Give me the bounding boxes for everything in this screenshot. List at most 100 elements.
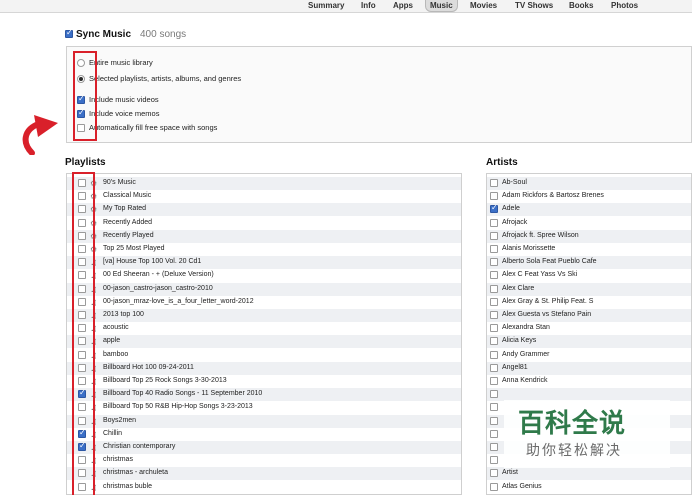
artist-checkbox[interactable] <box>490 363 498 372</box>
artist-checkbox[interactable] <box>490 324 498 333</box>
artist-checkbox[interactable] <box>490 179 498 187</box>
watermark-subtitle: 助你轻松解决 <box>526 443 622 459</box>
artist-checkbox[interactable] <box>490 231 498 240</box>
playlists-list[interactable]: ⚙ 90's Music ⚙ Classical Music ⚙ My Top Rated… <box>66 173 462 495</box>
playlists-title: Playlists <box>65 157 106 168</box>
artist-checkbox[interactable] <box>490 258 498 267</box>
playlist-row[interactable]: ♫ 00 Ed Sheeran - + (Deluxe Version) <box>67 269 461 282</box>
playlist-row[interactable]: ♫ christmas <box>67 454 461 467</box>
autofill-label: Automatically fill free space with songs <box>89 123 218 132</box>
artist-row[interactable]: Alex Gray & St. Philip Feat. S <box>487 296 691 309</box>
selected-items-label: Selected playlists, artists, albums, and… <box>89 74 242 83</box>
playlist-row[interactable]: ⚙ My Top Rated <box>67 203 461 217</box>
artist-checkbox[interactable] <box>490 456 498 465</box>
tab-photos[interactable]: Photos <box>607 0 642 11</box>
artist-row[interactable]: Angel81 <box>487 361 691 375</box>
artist-checkbox[interactable] <box>490 192 498 201</box>
artist-row[interactable]: Artist <box>487 467 691 481</box>
artist-checkbox[interactable] <box>490 443 498 451</box>
playlist-label: Billboard Hot 100 09-24-2011 <box>103 363 194 371</box>
artist-checkbox[interactable] <box>490 218 498 227</box>
artist-checkbox[interactable] <box>490 377 498 385</box>
watermark: 百科全说 助你轻松解决 <box>504 400 670 468</box>
artist-row[interactable]: Alicia Keys <box>487 335 691 349</box>
playlist-row[interactable]: ♫ christmas - archuleta <box>67 467 461 481</box>
artist-row[interactable]: Afrojack <box>487 217 691 230</box>
tab-books[interactable]: Books <box>565 0 597 11</box>
playlist-row[interactable]: ♫ Billboard Top 25 Rock Songs 3-30-2013 <box>67 375 461 388</box>
playlist-row[interactable]: ⚙ Top 25 Most Played <box>67 243 461 256</box>
artist-checkbox[interactable] <box>490 403 498 412</box>
artist-row[interactable]: Andy Grammer <box>487 349 691 362</box>
artist-row[interactable]: Anna Kendrick <box>487 375 691 388</box>
playlist-row[interactable]: ♫Billboard Top 40 Radio Songs - 11 Septe… <box>67 388 461 402</box>
playlist-row[interactable]: ♫ bamboo <box>67 349 461 362</box>
playlist-row[interactable]: ⚙ Classical Music <box>67 190 461 203</box>
playlist-row[interactable]: ♫ 00-jason_mraz-love_is_a_four_letter_wor… <box>67 296 461 309</box>
artist-row[interactable]: Alex C Feat Yass Vs Ski <box>487 269 691 282</box>
artist-checkbox[interactable] <box>490 350 498 359</box>
playlist-label: 00 Ed Sheeran - + (Deluxe Version) <box>103 271 214 279</box>
tab-info[interactable]: Info <box>357 0 380 11</box>
artist-row[interactable]: Ab-Soul <box>487 177 691 190</box>
tab-apps[interactable]: Apps <box>389 0 417 11</box>
playlist-row[interactable]: ♫ acoustic <box>67 322 461 335</box>
playlist-row[interactable]: ♫Christian contemporary <box>67 441 461 454</box>
playlist-row[interactable]: ♫ Billboard Top 50 R&B Hip-Hop Songs 3-23… <box>67 401 461 414</box>
artist-label: Alexandra Stan <box>502 324 550 332</box>
artist-label: Andy Grammer <box>502 350 550 358</box>
playlist-row[interactable]: ♫ 2013 top 100 <box>67 309 461 322</box>
playlist-row[interactable]: ♫ [va] House Top 100 Vol. 20 Cd1 <box>67 256 461 270</box>
artist-label: Anna Kendrick <box>502 377 548 384</box>
curved-arrow-icon <box>22 115 58 155</box>
playlist-row[interactable]: ♫ Billboard Hot 100 09-24-2011 <box>67 361 461 375</box>
artist-row[interactable]: Adam Rickfors & Bartosz Brenes <box>487 190 691 203</box>
artist-checkbox[interactable] <box>490 429 498 438</box>
playlist-row[interactable]: ⚙ Recently Added <box>67 217 461 230</box>
artist-row[interactable]: Alex Guesta vs Stefano Pain <box>487 309 691 322</box>
artist-checkbox[interactable] <box>490 416 498 425</box>
artist-checkbox[interactable] <box>490 284 498 293</box>
artist-checkbox[interactable] <box>490 271 498 280</box>
artist-row[interactable]: Alex Clare <box>487 282 691 296</box>
playlist-label: 2013 top 100 <box>103 311 144 318</box>
artist-checkbox[interactable] <box>490 469 498 478</box>
playlist-row[interactable]: ♫ christmas buble <box>67 481 461 494</box>
playlist-label: 90's Music <box>103 179 136 186</box>
artist-checkbox[interactable] <box>490 390 498 399</box>
artist-row[interactable]: Alberto Sola Feat Pueblo Cafe <box>487 256 691 270</box>
artist-row[interactable]: Alexandra Stan <box>487 322 691 335</box>
playlist-row[interactable]: ♫ 00-jason_castro-jason_castro-2010 <box>67 282 461 296</box>
artist-checkbox[interactable] <box>490 311 498 319</box>
playlist-label: apple <box>103 337 121 345</box>
artist-checkbox[interactable] <box>490 337 498 346</box>
playlist-row[interactable]: ♫ apple <box>67 335 461 349</box>
artist-checkbox[interactable] <box>490 297 498 306</box>
song-count: 400 songs <box>140 29 187 40</box>
artist-checkbox[interactable] <box>490 482 498 491</box>
tab-summary[interactable]: Summary <box>304 0 348 11</box>
artist-row[interactable]: Afrojack ft. Spree Wilson <box>487 229 691 243</box>
artist-label: Alex Clare <box>502 284 535 292</box>
artist-label: Alex C Feat Yass Vs Ski <box>502 271 578 279</box>
artist-row[interactable]: Alanis Morissette <box>487 243 691 256</box>
playlist-label: Billboard Top 40 Radio Songs - 11 Septem… <box>103 390 263 398</box>
artist-label: Afrojack ft. Spree Wilson <box>502 231 579 239</box>
artist-label: Alberto Sola Feat Pueblo Cafe <box>502 258 597 266</box>
highlight-box-playlists <box>72 172 95 495</box>
sync-music-checkbox[interactable] <box>65 28 73 38</box>
artists-title: Artists <box>486 157 518 168</box>
watermark-title: 百科全说 <box>518 409 627 439</box>
artist-label: Adele <box>502 205 520 213</box>
playlist-row[interactable]: ♫Chillin <box>67 428 461 441</box>
playlist-row[interactable]: ♫ Boys2men <box>67 414 461 428</box>
artist-checkbox[interactable] <box>490 203 498 214</box>
playlist-row[interactable]: ⚙ Recently Played <box>67 229 461 243</box>
playlist-row[interactable]: ⚙ 90's Music <box>67 177 461 190</box>
artist-row[interactable]: Adele <box>487 203 691 217</box>
artist-row[interactable]: Atlas Genius <box>487 481 691 494</box>
tab-movies[interactable]: Movies <box>466 0 501 11</box>
tab-tv-shows[interactable]: TV Shows <box>511 0 557 11</box>
tab-music[interactable]: Music <box>425 0 458 12</box>
artist-checkbox[interactable] <box>490 245 498 253</box>
